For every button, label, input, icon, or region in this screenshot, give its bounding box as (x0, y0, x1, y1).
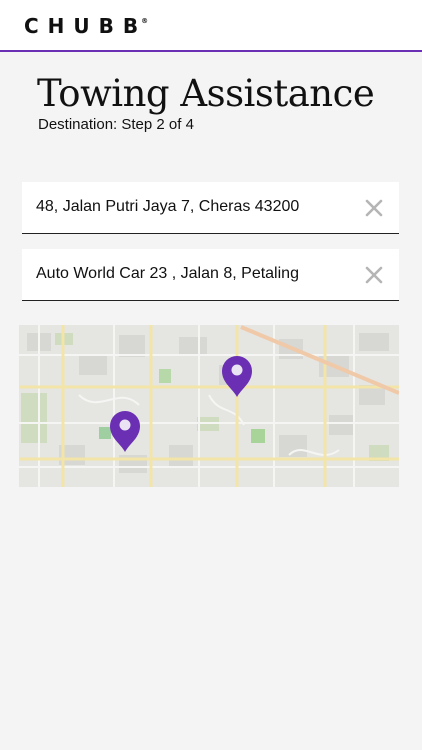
logo-text: CHUBB (24, 14, 148, 38)
logo-registered-mark: ® (141, 17, 149, 26)
destination-address-input[interactable] (36, 249, 356, 299)
park-area (99, 427, 111, 439)
app-header: CHUBB® (0, 0, 422, 52)
step-subtitle: Destination: Step 2 of 4 (38, 116, 194, 133)
clear-destination-icon[interactable] (363, 264, 385, 286)
pickup-address-field[interactable] (22, 182, 399, 234)
page-title: Towing Assistance (37, 72, 375, 115)
chubb-logo: CHUBB® (24, 14, 148, 38)
clear-pickup-icon[interactable] (363, 197, 385, 219)
pickup-address-input[interactable] (36, 182, 356, 232)
map-canvas[interactable] (19, 325, 399, 487)
park-area (21, 393, 47, 443)
route-map[interactable] (19, 325, 399, 487)
park-area (251, 429, 265, 443)
destination-address-field[interactable] (22, 249, 399, 301)
park-area (159, 369, 171, 383)
